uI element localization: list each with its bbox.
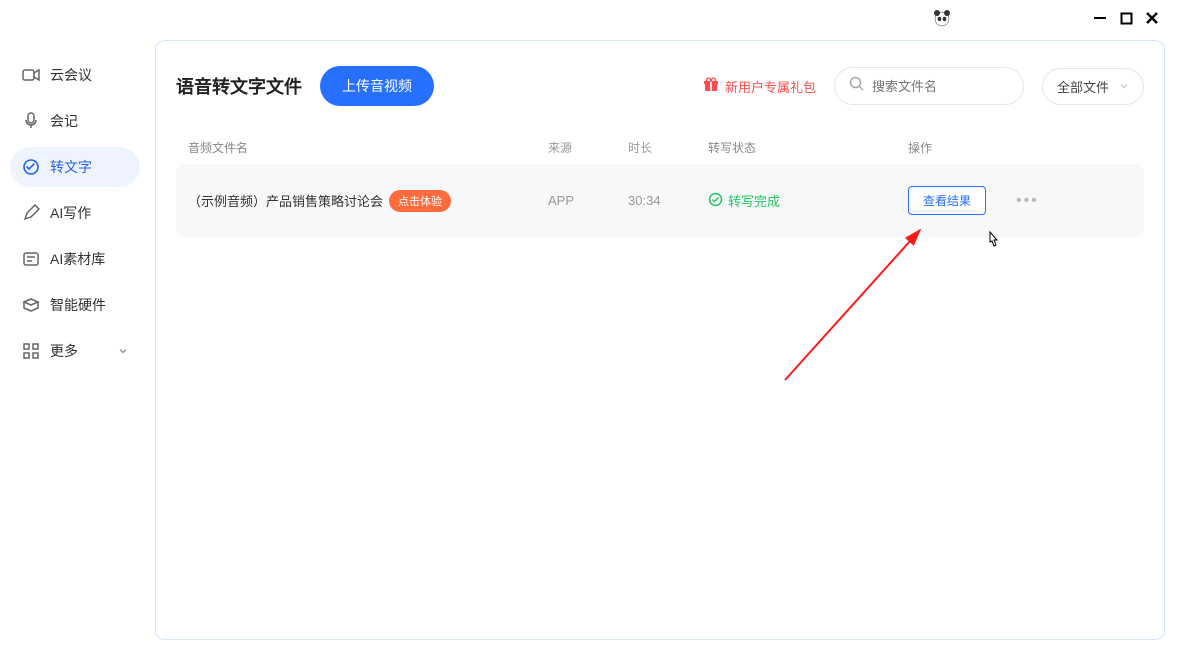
status-text: 转写完成 <box>728 191 780 210</box>
grid-icon <box>22 342 40 360</box>
more-actions-button[interactable]: ••• <box>1016 192 1039 210</box>
status-cell: 转写完成 <box>708 191 908 210</box>
header-action: 操作 <box>908 139 1132 156</box>
sidebar-item-label: 更多 <box>50 341 78 361</box>
titlebar <box>912 0 1180 36</box>
header-name: 音频文件名 <box>188 139 548 156</box>
table-header: 音频文件名 来源 时长 转写状态 操作 <box>176 131 1144 164</box>
dropdown-label: 全部文件 <box>1057 77 1109 96</box>
sidebar-item-notes[interactable]: 会记 <box>10 101 140 141</box>
sidebar: 云会议 会记 转文字 AI写作 AI素材库 智能硬件 更多 <box>0 55 150 377</box>
try-badge[interactable]: 点击体验 <box>389 190 451 212</box>
sidebar-item-label: 智能硬件 <box>50 295 106 315</box>
sidebar-item-hardware[interactable]: 智能硬件 <box>10 285 140 325</box>
hardware-icon <box>22 296 40 314</box>
sidebar-item-more[interactable]: 更多 <box>10 331 140 371</box>
source-cell: APP <box>548 193 628 208</box>
main-panel: 语音转文字文件 上传音视频 新用户专属礼包 全部文件 音频文件名 来源 时长 转… <box>155 40 1165 640</box>
sidebar-item-cloud-meeting[interactable]: 云会议 <box>10 55 140 95</box>
promo-text: 新用户专属礼包 <box>725 77 816 96</box>
app-logo-icon <box>932 8 952 28</box>
close-button[interactable] <box>1144 10 1160 26</box>
video-icon <box>22 66 40 84</box>
mic-icon <box>22 112 40 130</box>
header-source: 来源 <box>548 139 628 156</box>
transcribe-icon <box>22 158 40 176</box>
action-cell: 查看结果 ••• <box>908 186 1132 215</box>
view-result-button[interactable]: 查看结果 <box>908 186 986 215</box>
page-title: 语音转文字文件 <box>176 73 302 99</box>
sidebar-item-label: 会记 <box>50 111 78 131</box>
header: 语音转文字文件 上传音视频 新用户专属礼包 全部文件 <box>176 66 1144 106</box>
maximize-button[interactable] <box>1118 10 1134 26</box>
filter-dropdown[interactable]: 全部文件 <box>1042 68 1144 105</box>
chevron-down-icon <box>1119 79 1129 94</box>
chevron-down-icon <box>118 343 128 359</box>
promo-link[interactable]: 新用户专属礼包 <box>703 77 816 96</box>
upload-button[interactable]: 上传音视频 <box>320 66 434 106</box>
table-row[interactable]: （示例音频）产品销售策略讨论会 点击体验 APP 30:34 转写完成 查看结果… <box>176 164 1144 237</box>
file-name-cell: （示例音频）产品销售策略讨论会 点击体验 <box>188 190 548 212</box>
header-duration: 时长 <box>628 139 708 156</box>
sidebar-item-ai-writing[interactable]: AI写作 <box>10 193 140 233</box>
check-circle-icon <box>708 192 723 210</box>
gift-icon <box>703 77 719 96</box>
sidebar-item-transcribe[interactable]: 转文字 <box>10 147 140 187</box>
search-input[interactable] <box>872 79 1009 94</box>
file-name: （示例音频）产品销售策略讨论会 <box>188 191 383 210</box>
sidebar-item-ai-library[interactable]: AI素材库 <box>10 239 140 279</box>
sidebar-item-label: AI素材库 <box>50 249 105 269</box>
sidebar-item-label: AI写作 <box>50 203 91 223</box>
minimize-button[interactable] <box>1092 10 1108 26</box>
search-box[interactable] <box>834 67 1024 105</box>
search-icon <box>849 76 864 96</box>
library-icon <box>22 250 40 268</box>
sidebar-item-label: 转文字 <box>50 157 92 177</box>
sidebar-item-label: 云会议 <box>50 65 92 85</box>
header-status: 转写状态 <box>708 139 908 156</box>
duration-cell: 30:34 <box>628 193 708 208</box>
pen-icon <box>22 204 40 222</box>
